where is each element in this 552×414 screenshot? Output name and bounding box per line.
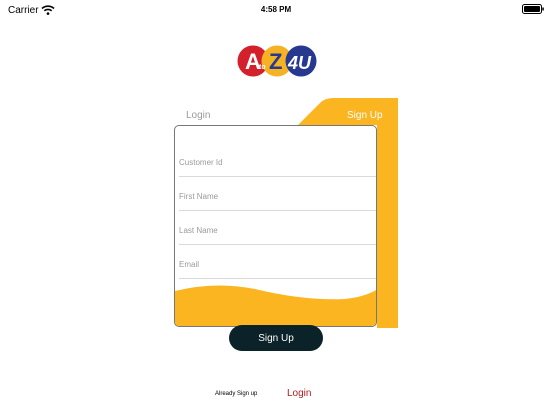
- logo-to-text: to: [259, 64, 266, 71]
- yellow-wave-decoration: [175, 285, 376, 326]
- signup-button[interactable]: Sign Up: [229, 325, 323, 351]
- email-field: [179, 246, 376, 279]
- status-time: 4:58 PM: [260, 5, 292, 14]
- first-name-field: [179, 178, 376, 211]
- logo-letter-z: Z: [269, 49, 282, 74]
- customer-id-field: [179, 144, 376, 177]
- tab-login[interactable]: Login: [186, 110, 210, 121]
- logo-4u-text: 4U: [287, 53, 312, 73]
- status-bar: Carrier 4:58 PM: [0, 0, 552, 22]
- first-name-input[interactable]: [179, 188, 369, 204]
- last-name-input[interactable]: [179, 222, 369, 238]
- email-input[interactable]: [179, 256, 369, 272]
- tab-signup[interactable]: Sign Up: [347, 110, 383, 121]
- customer-id-input[interactable]: [179, 154, 369, 170]
- already-signed-up-text: Already Sign up: [215, 391, 258, 397]
- a-to-z-4u-logo: A to Z 4U: [237, 45, 317, 77]
- login-link[interactable]: Login: [287, 388, 311, 399]
- signup-form-card: [174, 125, 377, 327]
- last-name-field: [179, 212, 376, 245]
- battery-icon: [522, 4, 544, 14]
